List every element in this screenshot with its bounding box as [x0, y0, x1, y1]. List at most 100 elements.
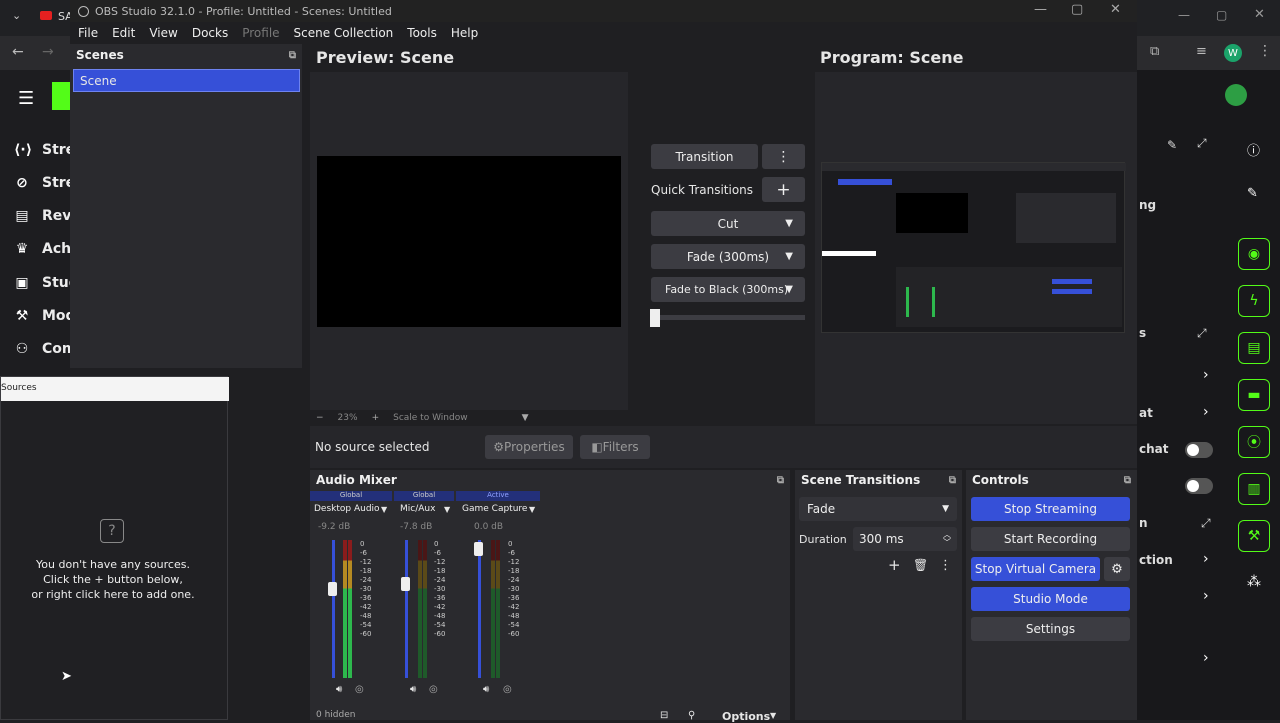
options-button[interactable]: Options	[722, 710, 770, 723]
menu-icon[interactable]: ⋮	[1258, 43, 1272, 59]
undock-icon[interactable]: ⧉	[777, 475, 784, 486]
tbar-handle[interactable]	[650, 309, 660, 327]
chevron-right-icon[interactable]: ›	[1203, 551, 1209, 567]
undock-icon[interactable]: ⧉	[1124, 475, 1131, 486]
menu-docks[interactable]: Docks	[192, 26, 228, 40]
stop-streaming-button[interactable]: Stop Streaming	[971, 497, 1130, 521]
scene-item[interactable]: Scene	[73, 69, 300, 92]
chevron-down-icon[interactable]: ▼	[444, 505, 450, 514]
headphones-icon[interactable]: ◎	[503, 684, 512, 695]
link-icon[interactable]: ⚲	[688, 710, 695, 721]
menu-file[interactable]: File	[78, 26, 98, 40]
popout-icon[interactable]: ⤢	[1197, 136, 1207, 151]
volume-slider[interactable]	[405, 540, 408, 678]
back-icon[interactable]: ←	[12, 44, 24, 60]
layout-icon[interactable]: ⊟	[660, 710, 668, 721]
spin-icon[interactable]: ︿ ﹀	[943, 531, 951, 547]
preview-canvas[interactable]	[317, 156, 621, 327]
studio-mode-button[interactable]: Studio Mode	[971, 587, 1130, 611]
quick-transition-fade-black[interactable]: Fade to Black (300ms) ▼	[651, 277, 805, 302]
sources-empty-message[interactable]: You don't have any sources. Click the + …	[1, 557, 225, 602]
volume-knob[interactable]	[401, 577, 410, 591]
popout-icon[interactable]: ⤢	[1201, 516, 1211, 531]
undock-icon[interactable]: ⧉	[289, 50, 296, 61]
chevron-right-icon[interactable]: ›	[1203, 650, 1209, 666]
chat-toggle[interactable]	[1185, 442, 1213, 458]
chevron-down-icon[interactable]: ▼	[381, 505, 387, 514]
volume-slider[interactable]	[478, 540, 481, 678]
headphones-icon[interactable]: ◎	[355, 684, 364, 695]
chevron-down-icon[interactable]: ▼	[770, 711, 776, 720]
sidebar-item[interactable]: ⚇ Com	[14, 341, 77, 357]
lightning-icon[interactable]: ϟ	[1238, 285, 1270, 317]
camera-icon[interactable]: ◉	[1238, 238, 1270, 270]
chat-icon[interactable]: ▬	[1238, 379, 1270, 411]
speaker-icon[interactable]: 🔊︎	[483, 684, 489, 695]
speaker-icon[interactable]: 🔊︎	[336, 684, 342, 695]
add-icon[interactable]: +	[888, 556, 901, 574]
hamburger-icon[interactable]: ☰	[18, 88, 34, 109]
volume-knob[interactable]	[474, 542, 483, 556]
preview-area[interactable]	[310, 72, 628, 410]
quick-transition-fade[interactable]: Fade (300ms) ▼	[651, 244, 805, 269]
sidebar-item[interactable]: ⚒ Mod	[14, 308, 76, 324]
sidebar-item[interactable]: ⊘ Stre	[14, 175, 75, 191]
trash-icon[interactable]: 🗑︎	[913, 558, 928, 572]
volume-slider[interactable]	[332, 540, 335, 678]
stop-virtual-camera-button[interactable]: Stop Virtual Camera	[971, 557, 1100, 581]
settings-button[interactable]: Settings	[971, 617, 1130, 641]
zoom-out-icon[interactable]: −	[316, 413, 324, 423]
broadcast-icon[interactable]: ⦿	[1238, 426, 1270, 458]
menu-view[interactable]: View	[149, 26, 177, 40]
duration-input[interactable]: 300 ms ︿ ﹀	[853, 527, 957, 551]
toggle[interactable]	[1185, 478, 1213, 494]
info-icon[interactable]: ⓘ	[1247, 140, 1260, 159]
gear-icon[interactable]: ⚙	[1104, 557, 1130, 581]
start-recording-button[interactable]: Start Recording	[971, 527, 1130, 551]
close-icon[interactable]: ✕	[1254, 7, 1265, 22]
popout-icon[interactable]: ⤢	[1197, 326, 1207, 341]
forward-icon[interactable]: →	[42, 44, 54, 60]
minimize-icon[interactable]: —	[1178, 8, 1190, 22]
undock-icon[interactable]: ⧉	[949, 475, 956, 486]
profile-avatar[interactable]: W	[1224, 44, 1242, 62]
add-icon[interactable]: +	[762, 177, 805, 202]
chevron-right-icon[interactable]: ›	[1203, 367, 1209, 383]
menu-edit[interactable]: Edit	[112, 26, 135, 40]
menu-tools[interactable]: Tools	[407, 26, 437, 40]
properties-button[interactable]: ⚙ Properties	[485, 435, 573, 459]
more-icon[interactable]: ⋮	[762, 144, 805, 169]
edit-icon[interactable]: ✎	[1167, 138, 1177, 152]
note-icon[interactable]: ▤	[1238, 332, 1270, 364]
maximize-icon[interactable]: ▢	[1071, 2, 1083, 17]
menu-help[interactable]: Help	[451, 26, 478, 40]
transition-button[interactable]: Transition	[651, 144, 758, 169]
speaker-icon[interactable]: 🔊︎	[410, 684, 416, 695]
close-icon[interactable]: ✕	[1110, 2, 1121, 17]
extensions-icon[interactable]: ⧉	[1150, 44, 1159, 59]
maximize-icon[interactable]: ▢	[1216, 8, 1227, 22]
transition-select[interactable]: Fade ▼	[799, 497, 957, 521]
tbar-track[interactable]	[651, 315, 805, 320]
chevron-down-icon[interactable]: ▼	[529, 505, 535, 514]
zoom-in-icon[interactable]: +	[372, 413, 380, 423]
filters-button[interactable]: ◧ Filters	[580, 435, 650, 459]
menu-scene-collection[interactable]: Scene Collection	[294, 26, 394, 40]
wrench-icon[interactable]: ⚒	[1238, 520, 1270, 552]
media-icon[interactable]: ≡	[1196, 44, 1207, 59]
sources-titlebar[interactable]: Sources	[1, 377, 229, 401]
layout-icon[interactable]: ▥	[1238, 473, 1270, 505]
minimize-icon[interactable]: —	[1034, 2, 1047, 17]
scale-mode[interactable]: Scale to Window	[393, 413, 467, 423]
sidebar-item[interactable]: ⟨·⟩ Stre	[14, 142, 75, 158]
user-avatar[interactable]	[1225, 84, 1247, 106]
more-icon[interactable]: ⋮	[939, 558, 952, 573]
chevron-right-icon[interactable]: ›	[1203, 588, 1209, 604]
share-icon[interactable]: ⁂	[1247, 574, 1261, 590]
menu-profile[interactable]: Profile	[242, 26, 279, 40]
volume-knob[interactable]	[328, 582, 337, 596]
tab-dropdown-icon[interactable]: ⌄	[12, 9, 21, 22]
quick-transition-cut[interactable]: Cut ▼	[651, 211, 805, 236]
sidebar-item[interactable]: ♛ Achi	[14, 241, 76, 257]
kick-logo[interactable]	[52, 82, 70, 110]
